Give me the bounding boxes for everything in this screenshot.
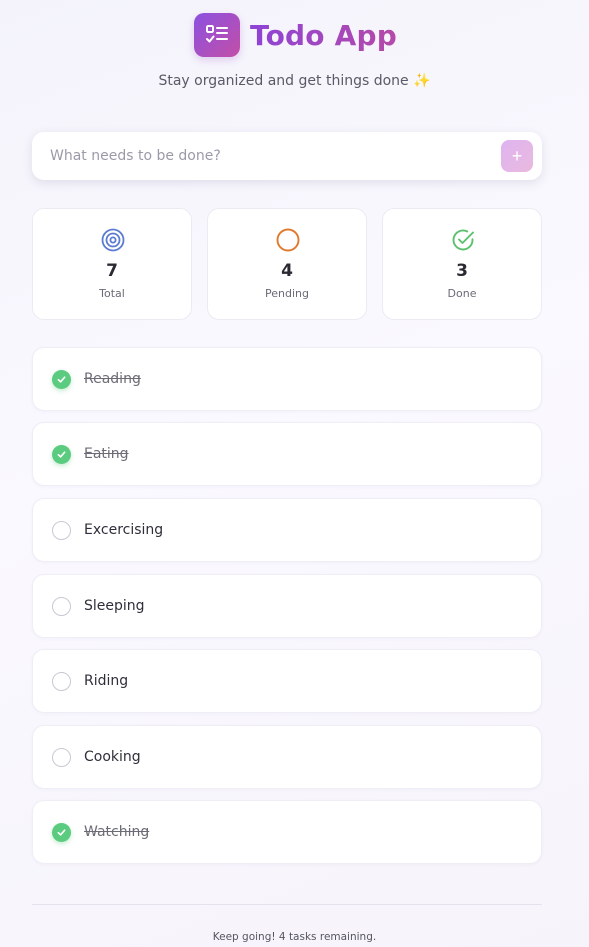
todo-checkbox[interactable] xyxy=(52,521,71,540)
todo-text[interactable]: Sleeping xyxy=(84,597,145,616)
todo-checkbox-checked[interactable] xyxy=(52,370,71,389)
todo-item: Watching xyxy=(32,800,542,864)
app-header: Todo App xyxy=(0,13,589,59)
footer-divider xyxy=(32,904,542,905)
add-todo-button[interactable]: + xyxy=(501,140,533,172)
todo-checkbox-checked[interactable] xyxy=(52,445,71,464)
todo-text[interactable]: Reading xyxy=(84,370,141,389)
circle-icon xyxy=(276,228,300,252)
footer-status: Keep going! 4 tasks remaining. xyxy=(212,931,377,943)
stat-total-value: 7 xyxy=(106,261,118,281)
stat-done-value: 3 xyxy=(456,261,468,281)
todo-text[interactable]: Watching xyxy=(84,823,149,842)
app-title: Todo App xyxy=(250,17,397,55)
stat-card-total: 7 Total xyxy=(32,208,192,320)
app-subtitle: Stay organized and get things done ✨ xyxy=(0,72,589,90)
todo-text[interactable]: Excercising xyxy=(84,521,163,540)
todo-item: Excercising xyxy=(32,498,542,562)
new-todo-input[interactable] xyxy=(50,144,490,168)
todo-item: Reading xyxy=(32,347,542,411)
target-icon xyxy=(101,228,125,252)
todo-item: Eating xyxy=(32,422,542,486)
stat-pending-value: 4 xyxy=(281,261,293,281)
new-todo-form: + xyxy=(32,132,542,180)
todo-text[interactable]: Eating xyxy=(84,445,129,464)
stat-card-pending: 4 Pending xyxy=(207,208,367,320)
todo-checkbox[interactable] xyxy=(52,748,71,767)
subtitle-text: Stay organized and get things done xyxy=(158,73,409,89)
todo-item: Riding xyxy=(32,649,542,713)
todo-item: Cooking xyxy=(32,725,542,789)
checklist-icon xyxy=(194,13,240,57)
todo-checkbox[interactable] xyxy=(52,672,71,691)
stat-done-label: Done xyxy=(447,287,477,300)
check-circle-icon xyxy=(451,228,475,252)
stat-total-label: Total xyxy=(99,287,125,300)
sparkle-icon: ✨ xyxy=(413,73,431,89)
todo-item: Sleeping xyxy=(32,574,542,638)
todo-text[interactable]: Riding xyxy=(84,672,128,691)
stat-card-done: 3 Done xyxy=(382,208,542,320)
stats-row: 7 Total 4 Pending 3 Done xyxy=(32,208,542,320)
todo-text[interactable]: Cooking xyxy=(84,748,141,767)
stat-pending-label: Pending xyxy=(265,287,309,300)
todo-checkbox[interactable] xyxy=(52,597,71,616)
todo-checkbox-checked[interactable] xyxy=(52,823,71,842)
